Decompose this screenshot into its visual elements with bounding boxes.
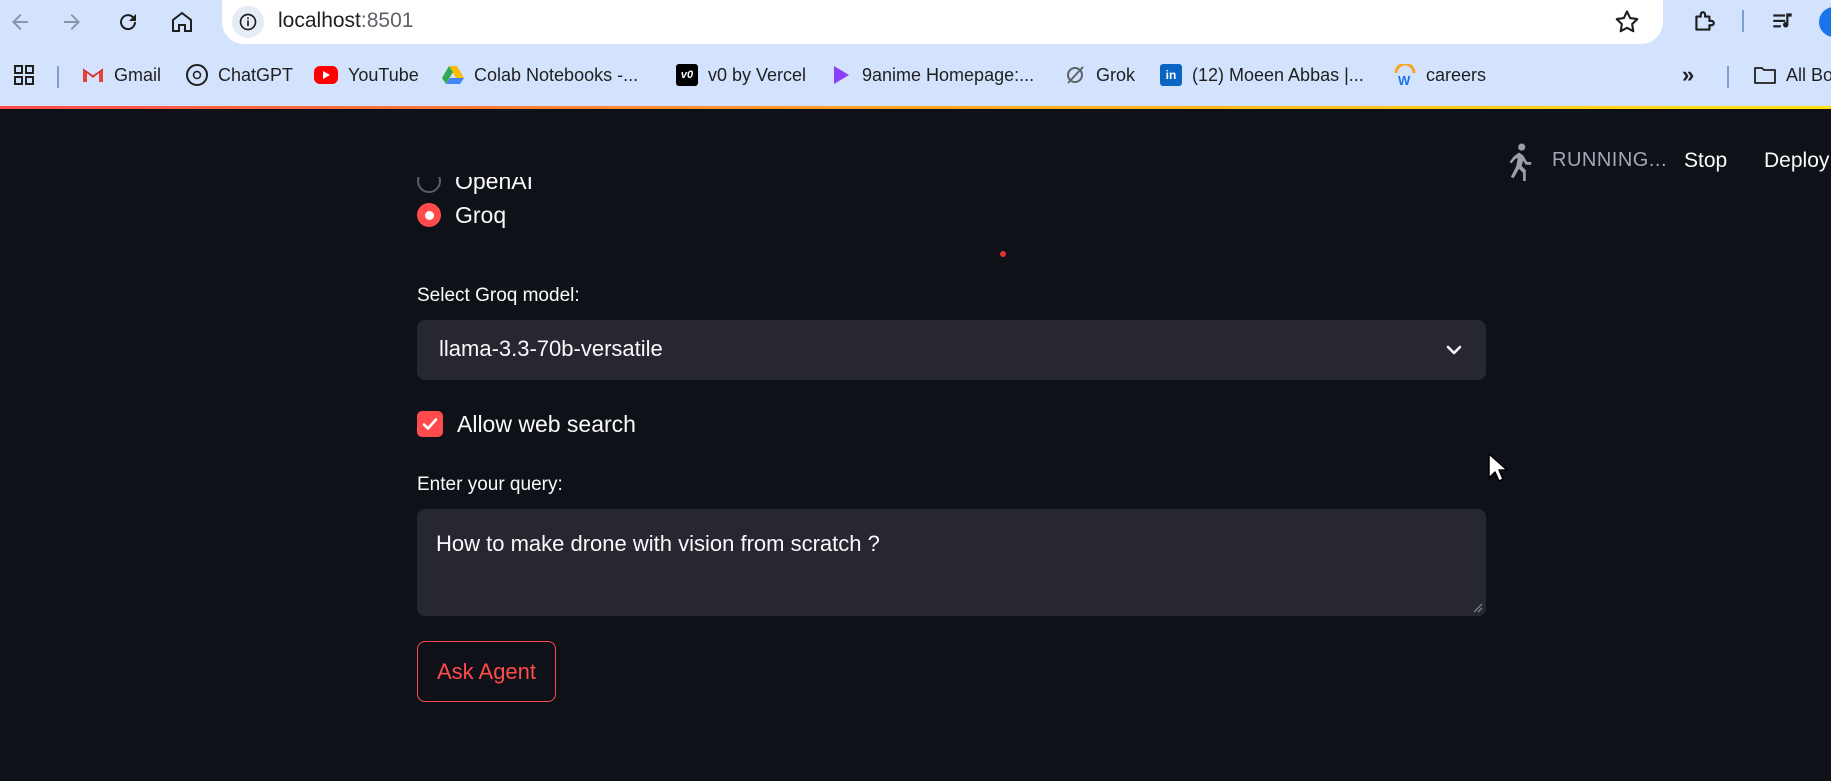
linkedin-icon: in bbox=[1160, 64, 1182, 86]
bookmark-youtube[interactable]: YouTube bbox=[314, 62, 419, 88]
profile-avatar[interactable] bbox=[1819, 7, 1831, 37]
bookmark-9anime[interactable]: 9anime Homepage:... bbox=[830, 62, 1034, 88]
model-select-value: llama-3.3-70b-versatile bbox=[439, 336, 663, 361]
apps-button[interactable] bbox=[12, 62, 36, 88]
reload-icon bbox=[120, 14, 137, 31]
bookmark-colab[interactable]: Colab Notebooks -... bbox=[442, 62, 638, 88]
home-icon bbox=[172, 11, 192, 32]
red-dot bbox=[1000, 251, 1006, 257]
bookmark-label: Gmail bbox=[114, 64, 162, 85]
stop-button[interactable]: Stop bbox=[1684, 149, 1727, 173]
chevron-down-icon bbox=[1446, 345, 1462, 355]
bookmark-label: v0 by Vercel bbox=[708, 64, 807, 85]
play-icon bbox=[830, 64, 852, 86]
gmail-icon bbox=[82, 64, 104, 86]
bookmark-label: Colab Notebooks -... bbox=[474, 64, 639, 85]
browser-chrome: localhost:8501 Gmail ChatGPT YouTube Col… bbox=[0, 0, 1831, 108]
chatgpt-icon bbox=[186, 64, 208, 86]
all-bookmarks-button[interactable]: All Bo bbox=[1754, 62, 1831, 88]
web-search-checkbox[interactable] bbox=[417, 411, 443, 437]
bookmarks-divider-right bbox=[1727, 66, 1729, 88]
query-text: How to make drone with vision from scrat… bbox=[436, 531, 880, 556]
url-port: :8501 bbox=[360, 9, 414, 32]
site-info-icon[interactable] bbox=[232, 6, 264, 38]
home-button[interactable] bbox=[164, 4, 200, 40]
radio-option-openai[interactable]: OpenAI bbox=[417, 177, 533, 196]
model-select-label: Select Groq model: bbox=[417, 285, 580, 306]
bookmark-chatgpt[interactable]: ChatGPT bbox=[186, 62, 293, 88]
arrow-left-icon bbox=[12, 14, 28, 30]
toolbar-divider bbox=[1742, 10, 1744, 32]
drive-icon bbox=[442, 64, 464, 86]
radio-label-openai: OpenAI bbox=[455, 177, 533, 194]
running-status: RUNNING... bbox=[1552, 149, 1667, 171]
query-textarea[interactable]: How to make drone with vision from scrat… bbox=[417, 509, 1486, 616]
address-bar[interactable]: localhost:8501 bbox=[222, 0, 1663, 44]
bookmark-grok[interactable]: Grok bbox=[1064, 62, 1135, 88]
reload-button[interactable] bbox=[110, 4, 146, 40]
bookmark-label: YouTube bbox=[348, 64, 419, 85]
radio-label-groq: Groq bbox=[455, 201, 507, 228]
radio-checked[interactable] bbox=[417, 203, 441, 227]
radio-option-groq[interactable]: Groq bbox=[417, 200, 506, 230]
url-text: localhost:8501 bbox=[278, 9, 413, 33]
model-select[interactable]: llama-3.3-70b-versatile bbox=[417, 320, 1486, 380]
folder-icon bbox=[1754, 64, 1776, 86]
grok-icon bbox=[1064, 64, 1086, 86]
bookmark-label: 9anime Homepage:... bbox=[862, 64, 1035, 85]
forward-button[interactable] bbox=[54, 4, 90, 40]
all-bookmarks-label: All Bo bbox=[1786, 64, 1831, 85]
bookmark-star-icon[interactable] bbox=[1613, 8, 1641, 36]
youtube-icon bbox=[314, 66, 338, 84]
overflow-label: » bbox=[1682, 62, 1695, 87]
workday-icon: W bbox=[1394, 64, 1416, 86]
query-label: Enter your query: bbox=[417, 474, 563, 495]
deploy-button[interactable]: Deploy bbox=[1764, 149, 1829, 173]
bookmark-label: ChatGPT bbox=[218, 64, 294, 85]
extensions-icon[interactable] bbox=[1688, 6, 1720, 38]
running-man-icon bbox=[1509, 143, 1532, 181]
bookmarks-overflow-button[interactable]: » bbox=[1682, 62, 1694, 88]
bookmark-careers[interactable]: W careers bbox=[1394, 62, 1486, 88]
bookmark-gmail[interactable]: Gmail bbox=[82, 62, 161, 88]
v0-icon: v0 bbox=[676, 64, 698, 86]
bookmark-label: Grok bbox=[1096, 64, 1136, 85]
streamlit-app: RUNNING... Stop Deploy OpenAI Groq Selec… bbox=[0, 109, 1831, 781]
bookmarks-divider bbox=[57, 66, 59, 88]
back-button[interactable] bbox=[2, 4, 38, 40]
web-search-checkbox-row[interactable]: Allow web search bbox=[417, 409, 636, 439]
radio-unchecked[interactable] bbox=[417, 177, 441, 193]
ask-agent-button[interactable]: Ask Agent bbox=[417, 641, 556, 702]
web-search-label: Allow web search bbox=[457, 410, 636, 437]
provider-radio-group: OpenAI Groq bbox=[0, 177, 1831, 247]
bookmark-label: (12) Moeen Abbas |... bbox=[1192, 64, 1364, 85]
mouse-cursor-icon bbox=[1488, 453, 1508, 482]
apps-grid-icon bbox=[14, 65, 34, 85]
bookmarks-bar: Gmail ChatGPT YouTube Colab Notebooks -.… bbox=[0, 54, 1831, 94]
media-controls-icon[interactable] bbox=[1767, 6, 1799, 38]
bookmark-v0[interactable]: v0 v0 by Vercel bbox=[676, 62, 806, 88]
bookmark-label: careers bbox=[1426, 64, 1487, 85]
svg-text:W: W bbox=[1398, 73, 1411, 86]
bookmark-linkedin[interactable]: in (12) Moeen Abbas |... bbox=[1160, 62, 1364, 88]
resize-handle-icon[interactable] bbox=[1473, 603, 1483, 613]
check-icon bbox=[422, 418, 438, 430]
arrow-right-icon bbox=[64, 14, 80, 30]
browser-toolbar: localhost:8501 bbox=[0, 0, 1831, 44]
url-host: localhost bbox=[278, 9, 361, 32]
